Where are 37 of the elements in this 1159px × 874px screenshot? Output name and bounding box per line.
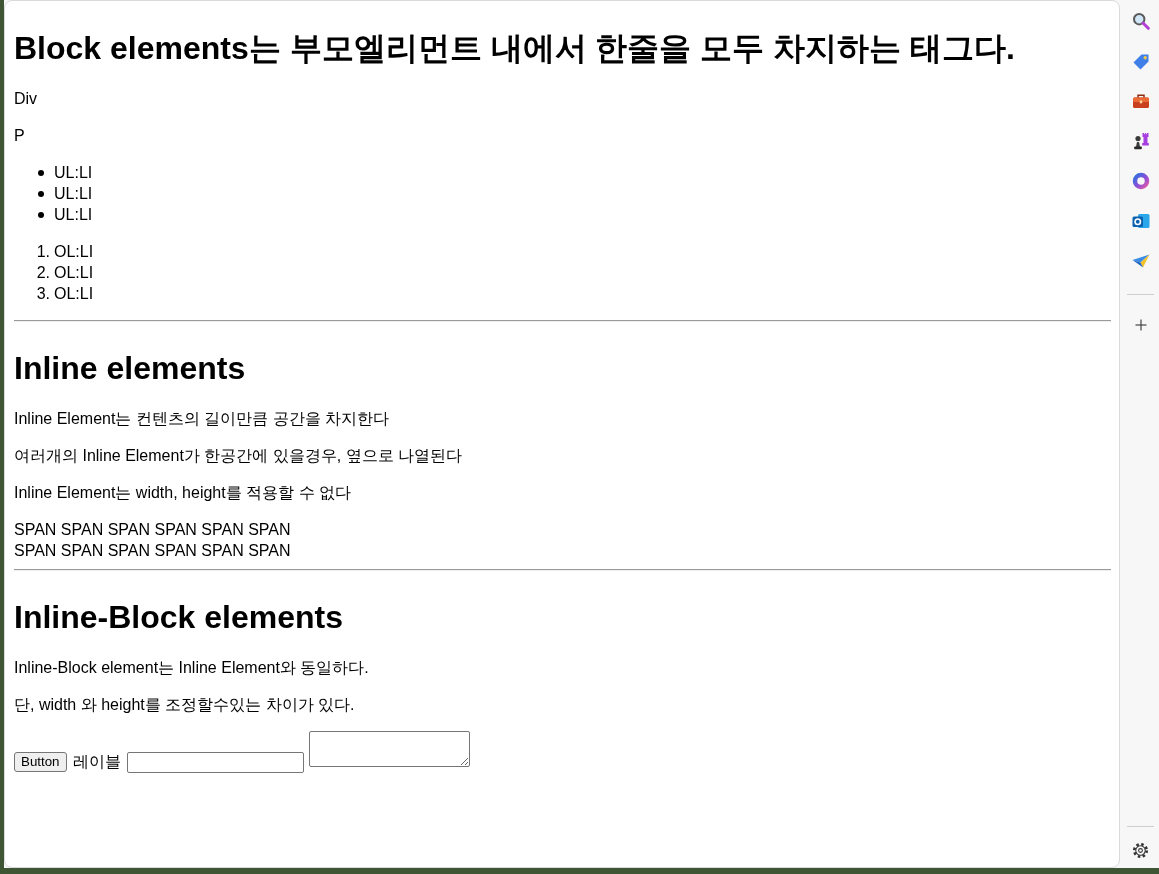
list-item-text: OL:LI <box>54 263 94 283</box>
search-icon[interactable] <box>1131 12 1150 30</box>
paragraph-text: 여러개의 Inline Element가 한공간에 있을경우, 옆으로 나열된다 <box>14 446 463 466</box>
settings-icon[interactable] <box>1132 841 1149 859</box>
ring-icon[interactable] <box>1131 172 1150 190</box>
bullet-icon <box>38 211 44 218</box>
paragraph-text: Inline Element는 width, height를 적용할 수 없다 <box>14 483 351 503</box>
paper-plane-icon[interactable] <box>1131 252 1150 270</box>
section-heading: Block elements는 부모엘리먼트 내에서 한줄을 모두 차지하는 태그다. <box>14 30 1015 67</box>
chess-pieces-icon[interactable] <box>1131 132 1150 150</box>
list-number: 2. <box>36 263 50 283</box>
list-item-text: UL:LI <box>54 205 93 225</box>
tag-icon[interactable] <box>1131 52 1150 70</box>
plus-icon[interactable] <box>1134 319 1147 331</box>
field-label: 레이블 <box>72 752 121 772</box>
body-text: SPAN SPAN SPAN SPAN SPAN SPAN <box>14 520 291 540</box>
bullet-icon <box>38 190 44 197</box>
section-heading: Inline-Block elements <box>14 599 343 636</box>
text-input-field[interactable] <box>126 752 304 773</box>
textarea-field[interactable] <box>308 731 470 767</box>
list-item-text: OL:LI <box>54 284 94 304</box>
paragraph-text: Inline Element는 컨텐츠의 길이만큼 공간을 차지한다 <box>14 409 390 429</box>
paragraph-text: Inline-Block element는 Inline Element와 동일하다. <box>14 658 369 678</box>
bullet-icon <box>38 169 44 176</box>
section-heading: Inline elements <box>14 350 246 387</box>
list-number: 1. <box>36 242 50 262</box>
body-text: SPAN SPAN SPAN SPAN SPAN SPAN <box>14 541 291 561</box>
toolbox-icon[interactable] <box>1131 92 1150 110</box>
list-item-text: UL:LI <box>54 184 93 204</box>
envelope-tile-icon[interactable] <box>1131 212 1150 230</box>
list-number: 3. <box>36 284 50 304</box>
button[interactable]: Button <box>14 752 67 772</box>
list-item-text: OL:LI <box>54 242 94 262</box>
paragraph-text: P <box>14 126 25 146</box>
body-text: Div <box>14 89 38 109</box>
list-item-text: UL:LI <box>54 163 93 183</box>
paragraph-text: 단, width 와 height를 조정할수있는 차이가 있다. <box>14 695 355 715</box>
